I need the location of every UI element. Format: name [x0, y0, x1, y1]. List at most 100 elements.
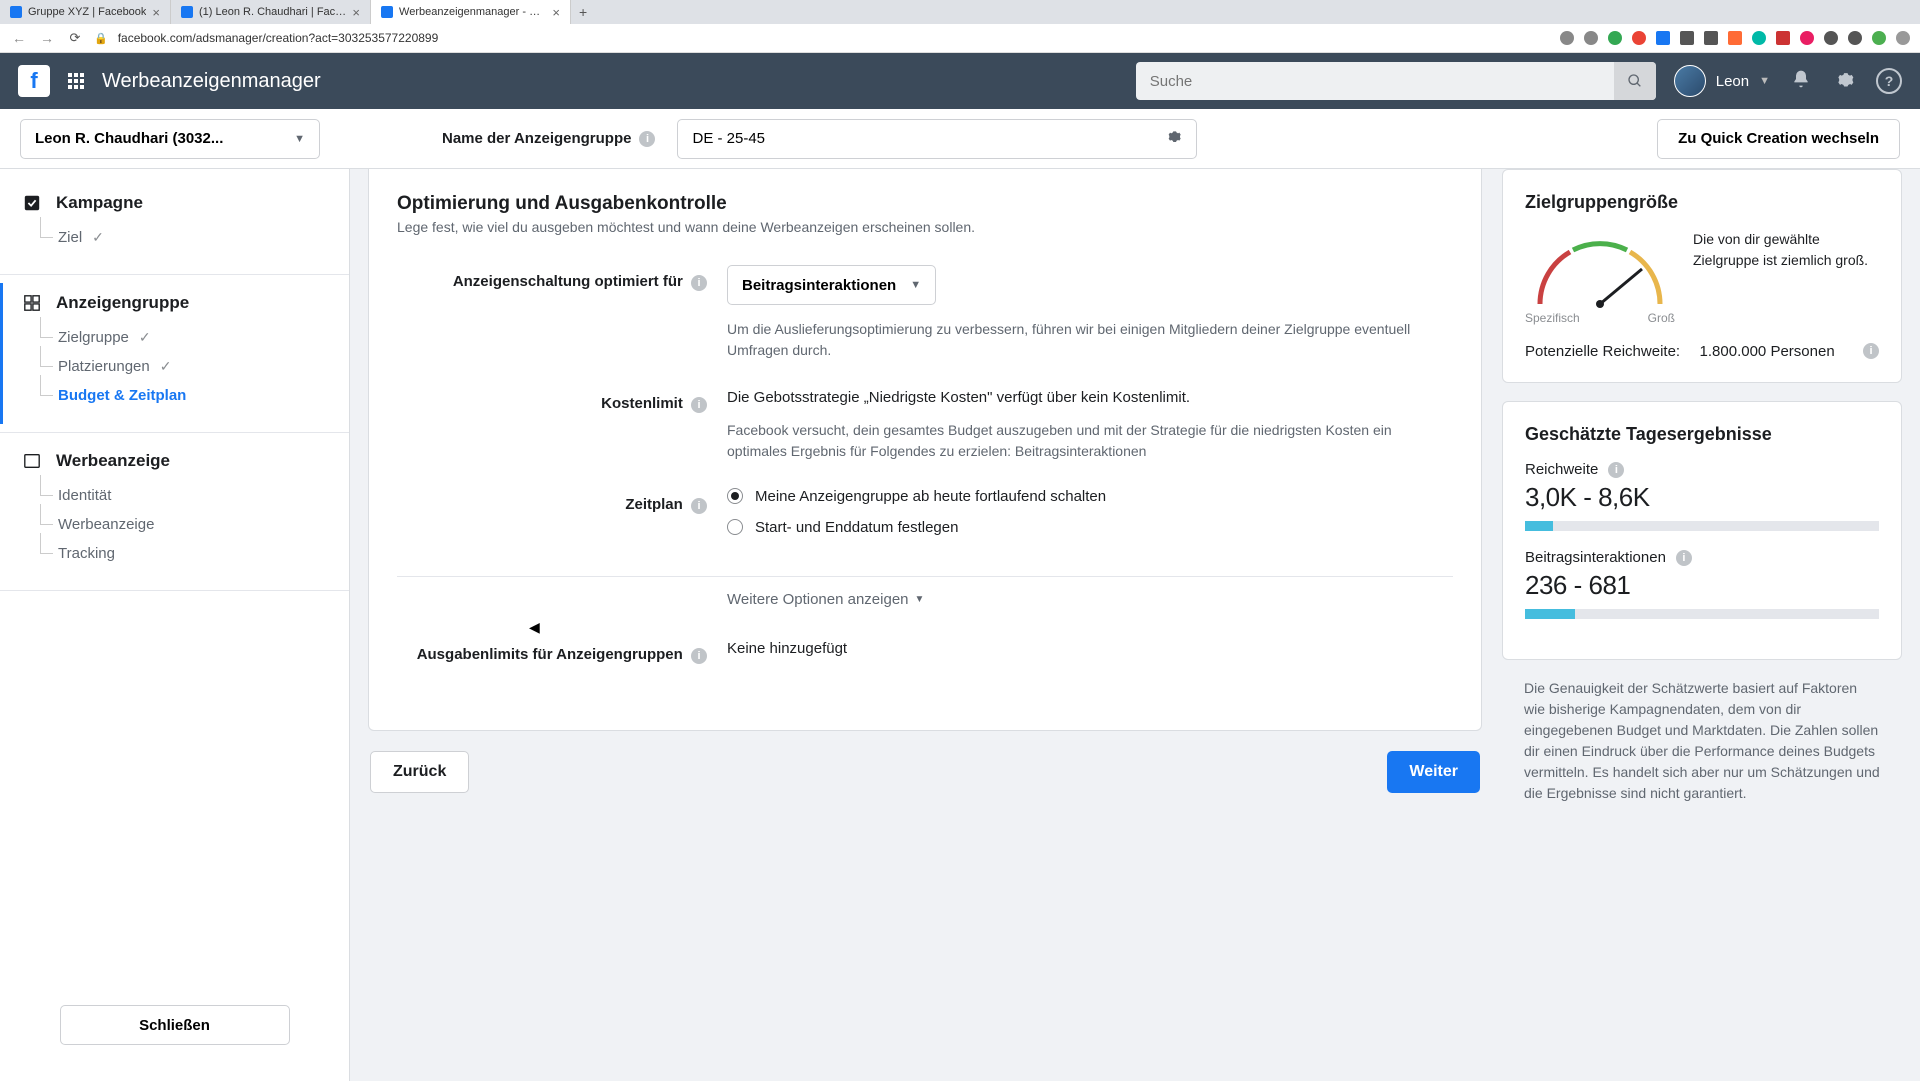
close-button[interactable]: Schließen [60, 1005, 290, 1045]
ext-icon[interactable] [1728, 31, 1742, 45]
main-content: Optimierung und Ausgabenkontrolle Lege f… [350, 169, 1920, 1081]
reach-est-label: Reichweite [1525, 461, 1598, 478]
sidebar-item-creative[interactable]: Werbeanzeige [58, 510, 327, 539]
audience-gauge [1525, 229, 1675, 309]
info-icon[interactable]: i [691, 275, 707, 291]
sidebar-header-campaign[interactable]: Kampagne [22, 193, 327, 213]
spend-limit-value: Keine hinzugefügt [727, 638, 1453, 661]
back-icon[interactable]: ← [10, 30, 28, 46]
tab-title: Gruppe XYZ | Facebook [28, 6, 146, 18]
ext-icon[interactable] [1656, 31, 1670, 45]
close-icon[interactable]: × [152, 5, 160, 20]
chevron-down-icon: ▼ [910, 279, 921, 291]
schedule-option-continuous[interactable]: Meine Anzeigengruppe ab heute fortlaufen… [727, 488, 1453, 505]
sidebar: Kampagne Ziel ✓ Anzeigengruppe Zielgrupp… [0, 169, 350, 1081]
forward-icon[interactable]: → [38, 30, 56, 46]
ext-icon[interactable] [1680, 31, 1694, 45]
ext-icon[interactable] [1752, 31, 1766, 45]
facebook-logo-icon[interactable]: f [18, 65, 50, 97]
sidebar-item-goal[interactable]: Ziel ✓ [58, 223, 327, 252]
new-tab-button[interactable]: + [571, 4, 595, 20]
top-nav: f Werbeanzeigenmanager Leon ▼ ? [0, 53, 1920, 109]
divider [0, 432, 349, 433]
sidebar-header-ad[interactable]: Werbeanzeige [22, 451, 327, 471]
ext-icon[interactable] [1608, 31, 1622, 45]
sidebar-group-campaign: Kampagne Ziel ✓ [0, 183, 349, 266]
optimization-dropdown[interactable]: Beitragsinteraktionen ▼ [727, 265, 936, 305]
info-icon[interactable]: i [691, 648, 707, 664]
help-icon[interactable]: ? [1876, 68, 1902, 94]
info-icon[interactable]: i [1676, 550, 1692, 566]
divider [0, 590, 349, 591]
radio-label: Meine Anzeigengruppe ab heute fortlaufen… [755, 488, 1106, 505]
avatar [1674, 65, 1706, 97]
account-dropdown[interactable]: Leon R. Chaudhari (3032... ▼ [20, 119, 320, 159]
form-card: Optimierung und Ausgabenkontrolle Lege f… [368, 169, 1482, 731]
info-icon[interactable]: i [691, 498, 707, 514]
potential-reach-value: 1.800.000 Personen [1700, 343, 1840, 360]
ext-icon[interactable] [1872, 31, 1886, 45]
sidebar-item-label: Platzierungen [58, 358, 150, 375]
ext-icon[interactable] [1776, 31, 1790, 45]
ext-icon[interactable] [1560, 31, 1574, 45]
sidebar-item-audience[interactable]: Zielgruppe ✓ [58, 323, 327, 352]
close-icon[interactable]: × [552, 5, 560, 20]
sidebar-item-label: Zielgruppe [58, 329, 129, 346]
ext-icon[interactable] [1848, 31, 1862, 45]
sub-header: Leon R. Chaudhari (3032... ▼ Name der An… [0, 109, 1920, 169]
ext-icon[interactable] [1704, 31, 1718, 45]
radio-label: Start- und Enddatum festlegen [755, 519, 958, 536]
info-icon[interactable]: i [691, 397, 707, 413]
ext-icon[interactable] [1800, 31, 1814, 45]
engagement-bar [1525, 609, 1879, 619]
engagement-est-value: 236 - 681 [1525, 570, 1879, 601]
search-input[interactable] [1136, 73, 1614, 90]
sidebar-item-identity[interactable]: Identität [58, 481, 327, 510]
sidebar-adset-label: Anzeigengruppe [56, 293, 189, 313]
browser-chrome: Gruppe XYZ | Facebook × (1) Leon R. Chau… [0, 0, 1920, 53]
section-title: Optimierung und Ausgabenkontrolle [397, 193, 1453, 215]
schedule-option-dates[interactable]: Start- und Enddatum festlegen [727, 519, 1453, 536]
browser-tab[interactable]: Gruppe XYZ | Facebook × [0, 0, 171, 24]
close-icon[interactable]: × [352, 5, 360, 20]
divider [397, 576, 1453, 577]
sidebar-item-label: Ziel [58, 229, 82, 246]
reload-icon[interactable]: ⟳ [66, 30, 84, 46]
apps-menu-icon[interactable] [68, 73, 84, 89]
divider [0, 274, 349, 275]
favicon-icon [181, 6, 193, 18]
sidebar-item-tracking[interactable]: Tracking [58, 539, 327, 568]
url-field[interactable]: facebook.com/adsmanager/creation?act=303… [118, 31, 1550, 45]
sidebar-item-budget[interactable]: Budget & Zeitplan [58, 381, 327, 410]
row-cost-limit: Kostenlimit i Die Gebotsstrategie „Niedr… [397, 387, 1453, 462]
user-menu[interactable]: Leon ▼ [1674, 65, 1770, 97]
next-button[interactable]: Weiter [1387, 751, 1480, 793]
search-box [1136, 62, 1656, 100]
browser-tab-active[interactable]: Werbeanzeigenmanager - Cre... × [371, 0, 571, 24]
extension-icons [1560, 31, 1910, 45]
adset-name-input[interactable] [692, 130, 1156, 147]
back-button[interactable]: Zurück [370, 751, 469, 793]
ext-icon[interactable] [1824, 31, 1838, 45]
audience-size-title: Zielgruppengröße [1525, 192, 1879, 213]
browser-tab[interactable]: (1) Leon R. Chaudhari | Faceb... × [171, 0, 371, 24]
row-optimization: Anzeigenschaltung optimiert für i Beitra… [397, 265, 1453, 361]
sidebar-header-adset[interactable]: Anzeigengruppe [22, 293, 327, 313]
settings-icon[interactable] [1832, 69, 1858, 94]
engagement-est-label: Beitragsinteraktionen [1525, 549, 1666, 566]
more-options-toggle[interactable]: Weitere Optionen anzeigen ▼ [727, 591, 924, 608]
info-icon[interactable]: i [1863, 343, 1879, 359]
ext-icon[interactable] [1632, 31, 1646, 45]
info-icon[interactable]: i [639, 131, 655, 147]
row-schedule: Zeitplan i Meine Anzeigengruppe ab heute… [397, 488, 1453, 550]
gear-icon[interactable] [1166, 128, 1182, 149]
info-icon[interactable]: i [1608, 462, 1624, 478]
ext-icon[interactable] [1584, 31, 1598, 45]
reach-est-value: 3,0K - 8,6K [1525, 482, 1879, 513]
sidebar-item-placements[interactable]: Platzierungen ✓ [58, 352, 327, 381]
quick-creation-button[interactable]: Zu Quick Creation wechseln [1657, 119, 1900, 159]
search-button[interactable] [1614, 62, 1656, 100]
ext-icon[interactable] [1896, 31, 1910, 45]
account-name: Leon R. Chaudhari (3032... [35, 130, 223, 147]
notifications-icon[interactable] [1788, 69, 1814, 94]
